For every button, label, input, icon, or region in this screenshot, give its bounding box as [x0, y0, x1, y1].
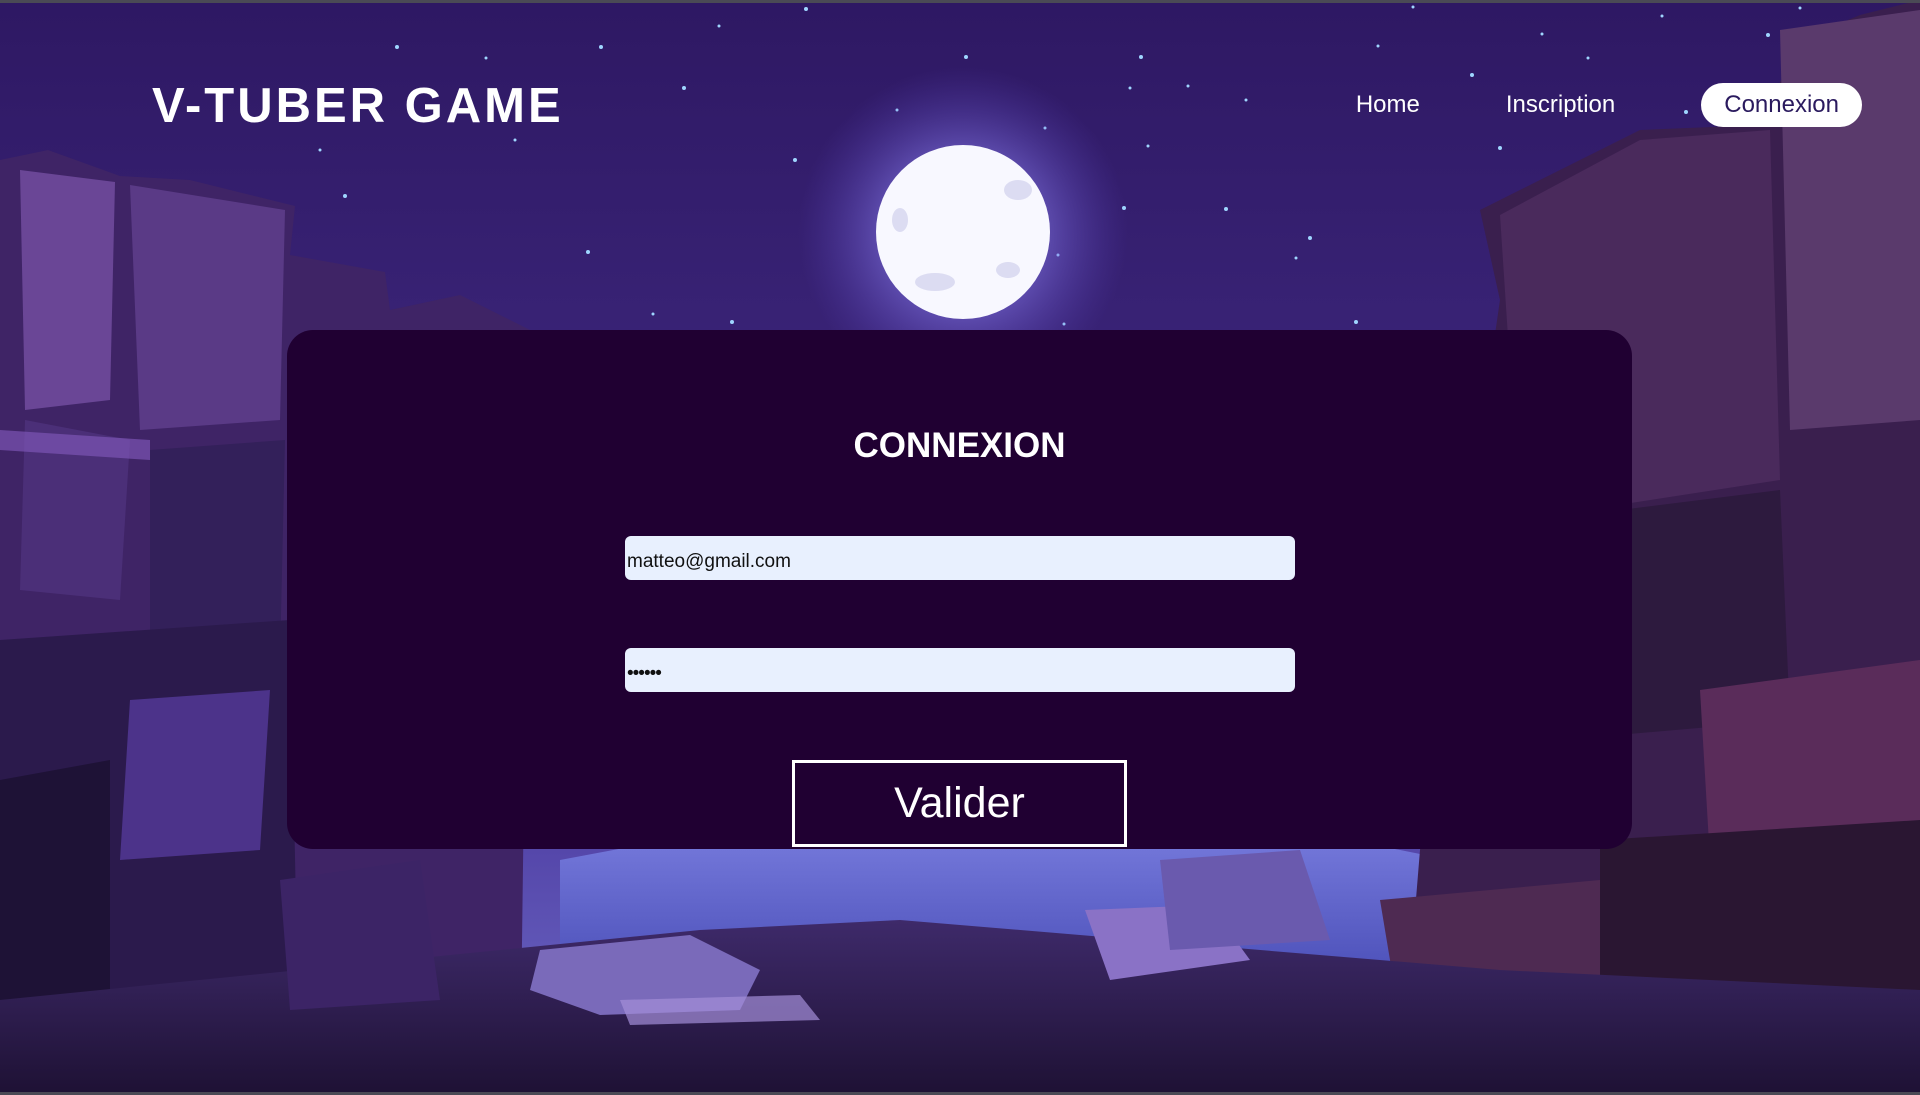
top-border: [0, 0, 1920, 3]
login-card: CONNEXION Valider: [287, 330, 1632, 849]
email-field[interactable]: [625, 536, 1295, 580]
password-field[interactable]: [625, 648, 1295, 692]
moon-icon: [876, 145, 1050, 319]
submit-button[interactable]: Valider: [792, 760, 1127, 847]
nav-connexion-link[interactable]: Connexion: [1701, 83, 1862, 127]
nav-home-link[interactable]: Home: [1356, 83, 1420, 127]
site-logo[interactable]: V-TUBER GAME: [152, 78, 564, 134]
login-title: CONNEXION: [853, 426, 1066, 465]
nav-inscription-link[interactable]: Inscription: [1506, 83, 1615, 127]
main-nav: Home Inscription Connexion: [1356, 83, 1862, 127]
